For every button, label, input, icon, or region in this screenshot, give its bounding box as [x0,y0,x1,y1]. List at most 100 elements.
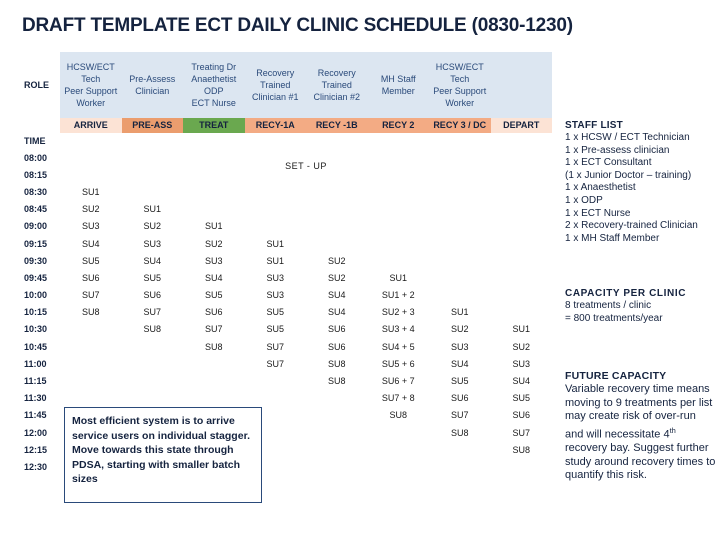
schedule-cell[interactable]: SU7 [183,320,245,339]
ordinal-suffix: th [669,425,676,435]
stage-header-recy-1a[interactable]: RECY-1A [244,118,306,133]
schedule-row: 09:30 SU5 SU4 SU3 SU1 SU2 [22,252,552,270]
schedule-cell[interactable]: SU6 [60,269,122,287]
schedule-cell[interactable]: SU5 [429,372,491,390]
time-cell: 11:30 [22,389,60,407]
stage-header-pre-ass[interactable]: PRE-ASS [121,118,183,133]
schedule-cell-empty [367,200,429,218]
schedule-cell[interactable]: SU1 [183,217,245,235]
schedule-cell[interactable]: SU4 [60,234,122,253]
schedule-cell[interactable]: SU1 [244,234,306,253]
schedule-cell[interactable]: SU2 [121,217,183,235]
staff-list-item: (1 x Junior Doctor – training) [565,169,692,181]
schedule-cell[interactable]: SU8 [60,303,122,321]
schedule-cell[interactable]: SU4 [490,372,552,390]
schedule-cell[interactable]: SU5 [183,286,245,304]
role-line: Clinician #1 [251,92,299,102]
schedule-cell-empty [60,320,122,339]
schedule-cell-empty [183,389,245,407]
role-line: Clinician #2 [313,92,361,102]
schedule-cell[interactable]: SU7 [60,286,122,304]
time-label-row-spacer [429,133,491,149]
schedule-cell[interactable]: SU1 + 2 [367,286,429,304]
schedule-cell[interactable]: SU3 [183,252,245,270]
schedule-cell[interactable]: SU4 [429,355,491,373]
schedule-cell[interactable]: SU8 [183,338,245,356]
stage-header-recy-3-dc[interactable]: RECY 3 / DC [429,118,491,133]
schedule-cell[interactable]: SU7 [244,338,306,356]
schedule-cell[interactable]: SU3 [429,338,491,356]
schedule-cell[interactable]: SU1 [60,183,122,201]
stage-header-recy-1b[interactable]: RECY -1B [306,118,368,133]
schedule-row: 11:00 SU7 SU8 SU5 + 6 SU4 SU3 [22,355,552,373]
setup-block-tail [490,183,552,201]
schedule-cell[interactable]: SU2 [429,320,491,339]
time-cell: 09:45 [22,269,60,287]
time-cell: 08:30 [22,183,60,201]
schedule-cell[interactable]: SU7 + 8 [367,389,429,407]
staff-list-item: 1 x ECT Consultant [565,157,652,169]
time-cell: 08:45 [22,200,60,218]
role-line: MH Staff [380,74,416,84]
schedule-cell[interactable]: SU3 [244,286,306,304]
schedule-cell[interactable]: SU1 [490,320,552,339]
time-cell: 12:00 [22,424,60,442]
schedule-cell[interactable]: SU1 [429,303,491,321]
schedule-row: 09:15 SU4 SU3 SU2 SU1 [22,234,552,253]
schedule-cell[interactable]: SU6 [306,320,368,339]
schedule-cell[interactable]: SU3 [60,217,122,235]
schedule-cell[interactable]: SU2 [60,200,122,218]
schedule-cell[interactable]: SU6 + 7 [367,372,429,390]
stage-header-depart[interactable]: DEPART [490,118,552,133]
schedule-cell[interactable]: SU8 [306,355,368,373]
schedule-cell[interactable]: SU6 [183,303,245,321]
schedule-cell[interactable]: SU3 [244,269,306,287]
schedule-cell[interactable]: SU5 [244,303,306,321]
schedule-cell-empty [306,424,368,442]
schedule-cell[interactable]: SU6 [490,406,552,424]
schedule-cell-empty [121,389,183,407]
schedule-cell[interactable]: SU4 [183,269,245,287]
schedule-cell[interactable]: SU3 [121,234,183,253]
schedule-cell[interactable]: SU2 [183,234,245,253]
schedule-cell[interactable]: SU7 [244,355,306,373]
schedule-cell[interactable]: SU5 [60,252,122,270]
schedule-cell[interactable]: SU2 [306,252,368,270]
schedule-cell[interactable]: SU2 [490,338,552,356]
schedule-cell[interactable]: SU8 [429,424,491,442]
schedule-cell[interactable]: SU5 [244,320,306,339]
schedule-cell-empty [183,355,245,373]
schedule-cell[interactable]: SU4 [306,286,368,304]
schedule-cell[interactable]: SU1 [121,200,183,218]
schedule-cell[interactable]: SU3 [490,355,552,373]
schedule-cell[interactable]: SU8 [490,441,552,459]
stage-header-recy-2[interactable]: RECY 2 [367,118,429,133]
stage-header-arrive[interactable]: ARRIVE [60,118,122,133]
schedule-cell[interactable]: SU1 [244,252,306,270]
schedule-cell[interactable]: SU5 + 6 [367,355,429,373]
schedule-cell[interactable]: SU1 [367,269,429,287]
schedule-cell[interactable]: SU4 [121,252,183,270]
schedule-cell[interactable]: SU3 + 4 [367,320,429,339]
schedule-cell[interactable]: SU2 [306,269,368,287]
schedule-cell[interactable]: SU2 + 3 [367,303,429,321]
schedule-cell[interactable]: SU7 [490,424,552,442]
schedule-cell-empty [490,303,552,321]
schedule-cell[interactable]: SU4 [306,303,368,321]
schedule-cell-empty [429,252,491,270]
schedule-cell[interactable]: SU7 [121,303,183,321]
stage-header-treat[interactable]: TREAT [183,118,245,133]
schedule-cell[interactable]: SU6 [306,338,368,356]
schedule-row: 10:00 SU7 SU6 SU5 SU3 SU4 SU1 + 2 [22,286,552,304]
schedule-cell[interactable]: SU6 [429,389,491,407]
schedule-cell[interactable]: SU8 [121,320,183,339]
schedule-cell[interactable]: SU8 [367,406,429,424]
schedule-cell[interactable]: SU7 [429,406,491,424]
schedule-cell[interactable]: SU5 [121,269,183,287]
time-label-row-spacer [306,133,368,149]
future-capacity-panel: FUTURE CAPACITY Variable recovery time m… [565,370,717,483]
schedule-cell[interactable]: SU8 [306,372,368,390]
schedule-cell[interactable]: SU4 + 5 [367,338,429,356]
schedule-cell[interactable]: SU5 [490,389,552,407]
schedule-cell[interactable]: SU6 [121,286,183,304]
